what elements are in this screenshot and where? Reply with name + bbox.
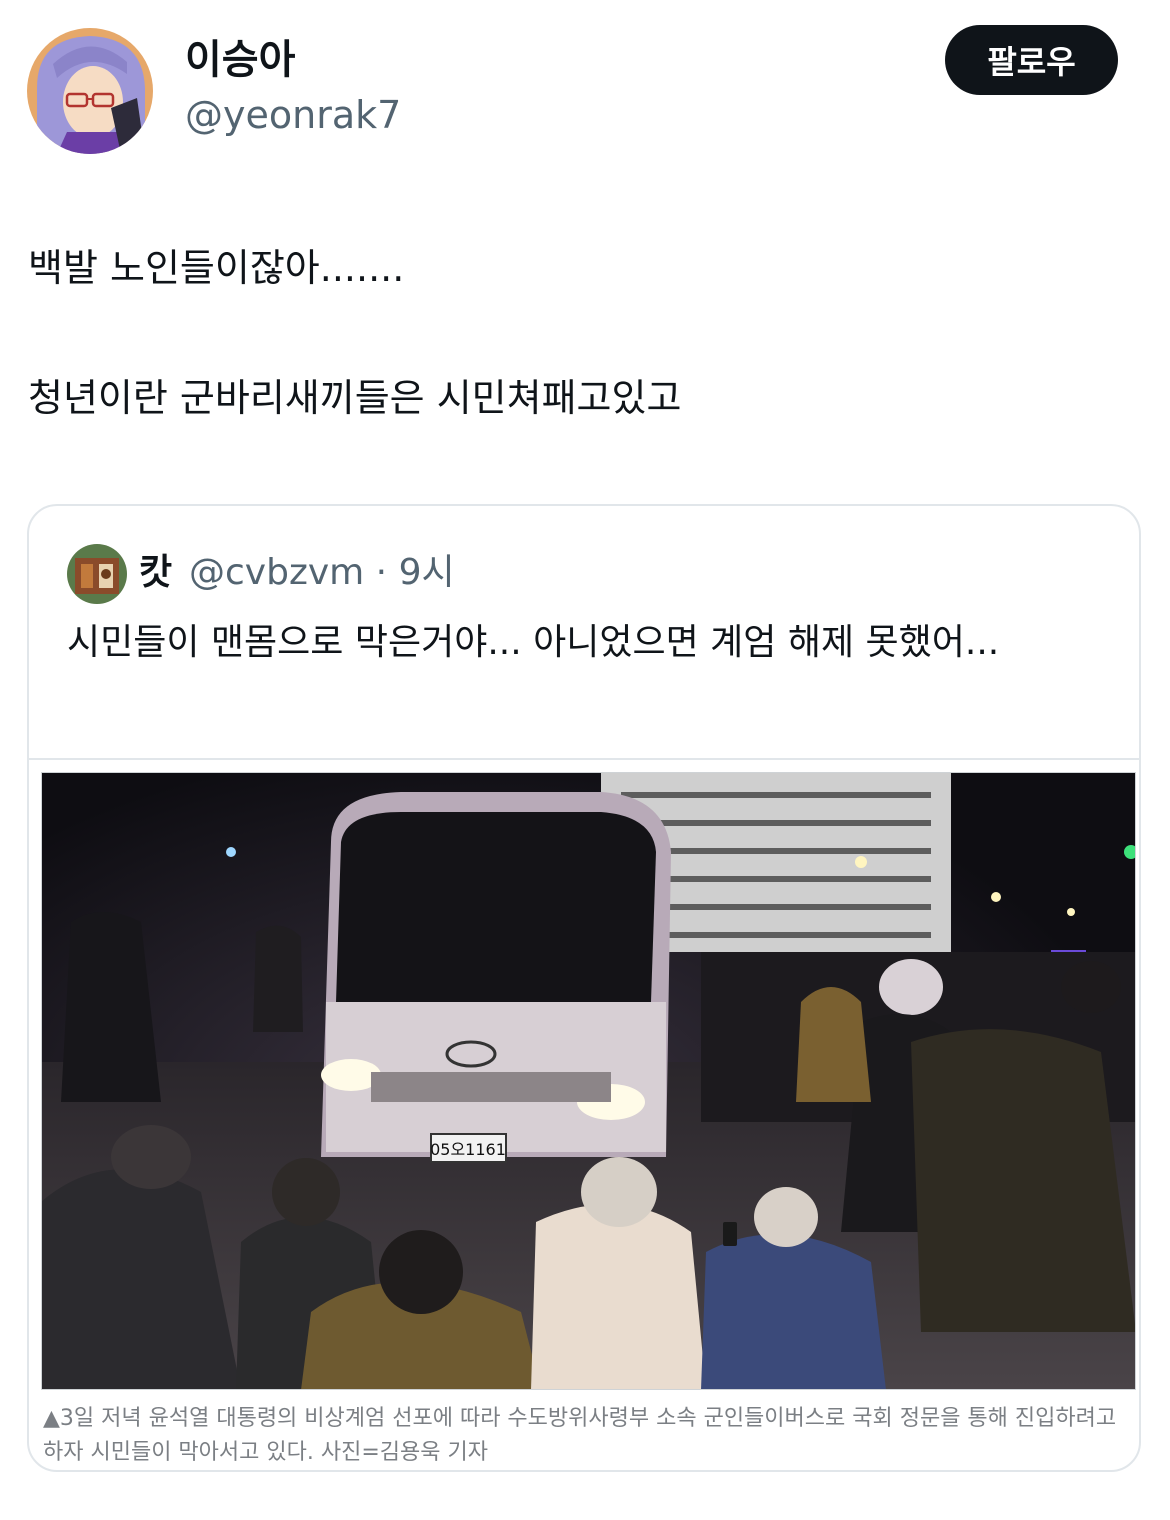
photo-caption: ▲3일 저녁 윤석열 대통령의 비상계엄 선포에 따라 수도방위사령부 소속 군… (43, 1406, 1117, 1465)
quoted-news-photo[interactable]: 05오1161 (41, 772, 1136, 1390)
author-avatar[interactable] (27, 28, 153, 154)
quoted-card-divider (29, 758, 1139, 760)
quoted-tweet-text: 시민들이 맨몸으로 막은거야... 아니었으면 계엄 해제 못했어... (67, 622, 1000, 663)
author-handle[interactable]: @yeonrak7 (185, 92, 401, 138)
tweet-text-line-2: 청년이란 군바리새끼들은 시민쳐패고있고 (28, 376, 682, 420)
quoted-avatar-icon (67, 544, 127, 604)
quoted-author-name[interactable]: 캇 (139, 551, 172, 595)
photo-border (41, 772, 1136, 1390)
quoted-author-meta: @cvbzvm · 9시 (189, 551, 455, 595)
author-name[interactable]: 이승아 (185, 36, 295, 84)
quoted-author-avatar[interactable] (67, 544, 127, 604)
anime-avatar-icon (27, 28, 153, 154)
quoted-author-handle[interactable]: @cvbzvm (189, 552, 364, 593)
tweet-text-line-1: 백발 노인들이잖아....... (28, 246, 405, 290)
follow-button[interactable]: 팔로우 (945, 25, 1118, 95)
quoted-timestamp[interactable]: 9시 (399, 552, 455, 593)
meta-separator: · (375, 552, 388, 593)
quoted-tweet-card[interactable]: 캇 @cvbzvm · 9시 시민들이 맨몸으로 막은거야... 아니었으면 계… (27, 504, 1141, 1472)
